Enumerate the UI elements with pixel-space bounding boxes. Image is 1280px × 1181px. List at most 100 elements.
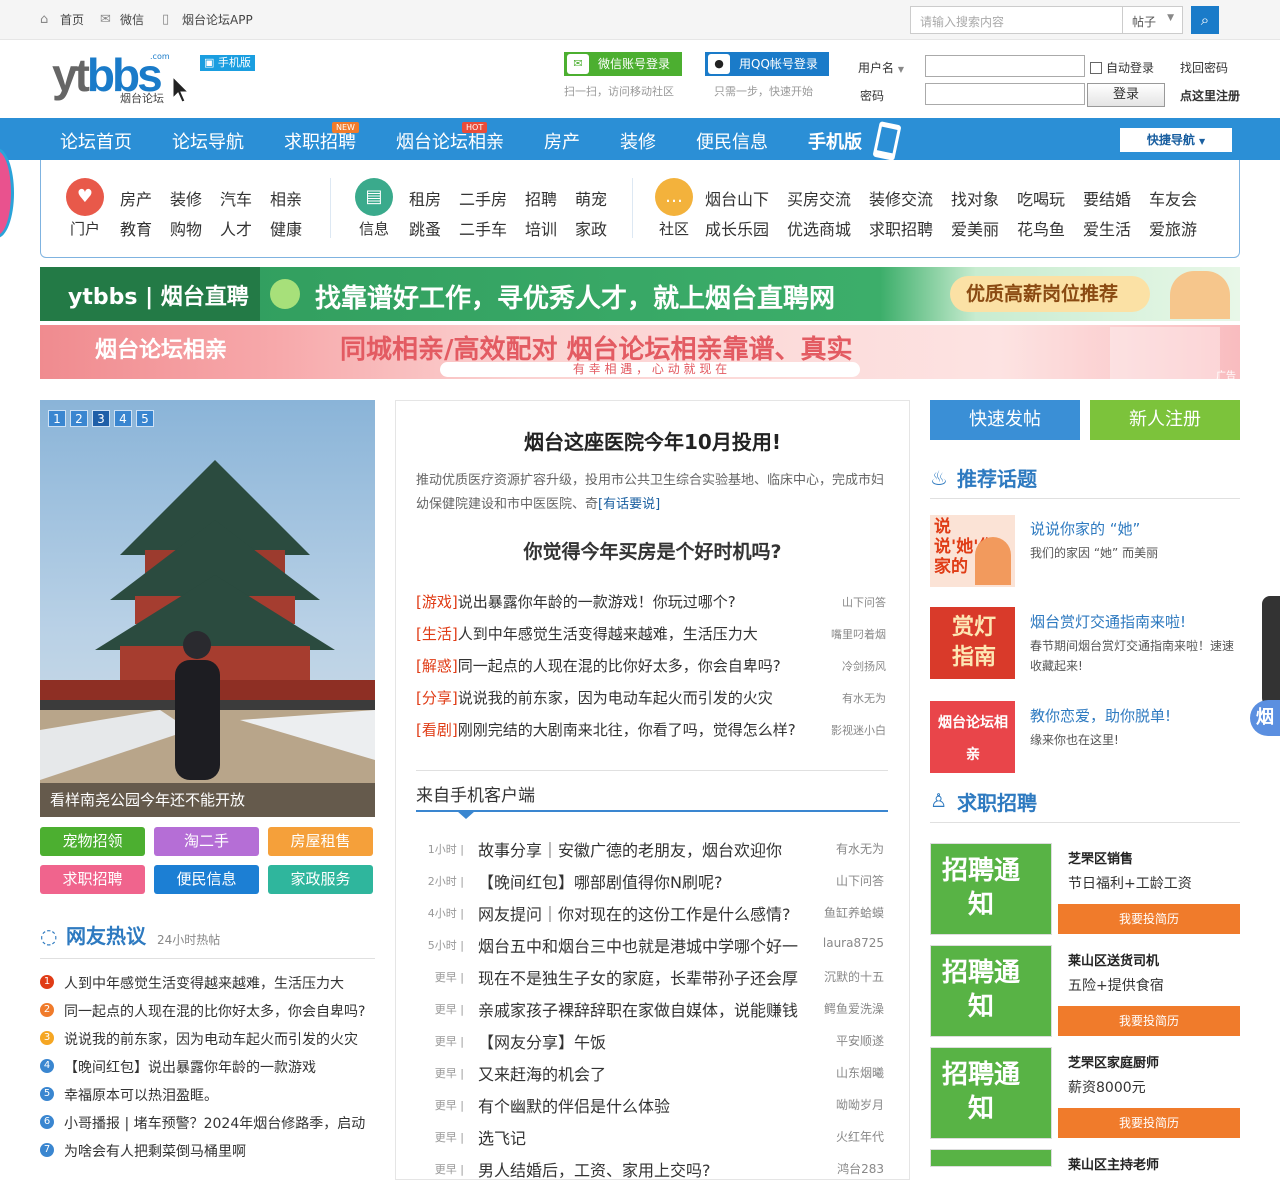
submit-resume-button[interactable]: 我要投简历: [1058, 1006, 1240, 1036]
post-author[interactable]: 鸿台283: [837, 1160, 884, 1177]
post-author[interactable]: 鱼缸养蛤蟆: [824, 904, 884, 921]
slide-dot-active[interactable]: 3: [92, 410, 110, 427]
quick-button[interactable]: 便民信息: [154, 865, 259, 894]
topic-thumbnail[interactable]: 说说'她'你家的: [930, 515, 1015, 587]
nav-mobile[interactable]: 手机版: [808, 128, 862, 154]
cat-link[interactable]: 家政: [575, 216, 607, 240]
site-logo[interactable]: ytbbs .com 烟台论坛: [52, 52, 192, 108]
new-user-register-button[interactable]: 新人注册: [1090, 400, 1240, 440]
nav-forum-home[interactable]: 论坛首页: [60, 128, 132, 154]
cat-link[interactable]: 找对象: [951, 186, 999, 210]
hot-item[interactable]: 同一起点的人现在混的比你好太多，你会自卑吗?: [64, 1001, 365, 1021]
job-thumbnail[interactable]: 招聘通知: [930, 945, 1052, 1037]
mobile-post-row[interactable]: 更早 | 又来赶海的机会了 山东烟曦: [416, 1061, 886, 1084]
floating-phone-widget[interactable]: [1262, 596, 1280, 706]
post-author[interactable]: 火红年代: [836, 1128, 884, 1145]
mobile-post-row[interactable]: 5小时 | 烟台五中和烟台三中也就是港城中学哪个好一 laura8725: [416, 933, 886, 956]
slide-dot[interactable]: 4: [114, 410, 132, 427]
post-author[interactable]: 有水无为: [836, 840, 884, 857]
nav-jobs[interactable]: 求职招聘 NEW: [284, 122, 359, 154]
qq-login-button[interactable]: ● 用QQ帐号登录: [705, 52, 829, 76]
topic-thumbnail[interactable]: 赏灯指南: [930, 607, 1015, 679]
search-button[interactable]: ⌕: [1191, 6, 1219, 34]
job-title[interactable]: 芝罘区家庭厨师: [1068, 1052, 1159, 1071]
cat-link[interactable]: 教育: [120, 216, 152, 240]
submit-resume-button[interactable]: 我要投简历: [1058, 1108, 1240, 1138]
slide-dot[interactable]: 2: [70, 410, 88, 427]
hot-item[interactable]: 为啥会有人把剩菜倒马桶里啊: [64, 1141, 246, 1161]
post-author[interactable]: 呦呦岁月: [836, 1096, 884, 1113]
post-author[interactable]: laura8725: [823, 936, 884, 950]
post-author[interactable]: 平安顺遂: [836, 1032, 884, 1049]
auto-login-checkbox[interactable]: 自动登录: [1090, 59, 1154, 76]
cat-group-info[interactable]: 信息: [359, 218, 389, 239]
job-thumbnail[interactable]: [930, 1149, 1052, 1167]
quick-button[interactable]: 家政服务: [268, 865, 373, 894]
topic-author[interactable]: 影视迷小白: [831, 722, 886, 738]
post-author[interactable]: 山下问答: [836, 872, 884, 889]
cat-link[interactable]: 购物: [170, 216, 202, 240]
topic-row[interactable]: [游戏]说出暴露你年龄的一款游戏！你玩过哪个? 山下问答: [416, 591, 886, 613]
cat-link[interactable]: 爱生活: [1083, 216, 1131, 240]
headline[interactable]: 烟台这座医院今年10月投用!: [396, 426, 909, 455]
cat-link[interactable]: 房产: [120, 186, 152, 210]
dating-banner[interactable]: 烟台论坛相亲 同城相亲/高效配对 烟台论坛相亲靠谱、真实 有 幸 相 遇 ， 心…: [40, 325, 1240, 379]
slide-dot[interactable]: 5: [136, 410, 154, 427]
cat-link[interactable]: 相亲: [270, 186, 302, 210]
topic-row[interactable]: [分享]说说我的前东家，因为电动车起火而引发的火灾 有水无为: [416, 687, 886, 709]
app-link[interactable]: ▯ 烟台论坛APP: [162, 11, 253, 28]
topic-row[interactable]: [生活]人到中年感觉生活变得越来越难，生活压力大 嘴里叼着烟: [416, 623, 886, 645]
topic-row[interactable]: [解惑]同一起点的人现在混的比你好太多，你会自卑吗? 冷剑扬风: [416, 655, 886, 677]
wechat-login-button[interactable]: ✉ 微信账号登录: [564, 52, 682, 76]
cat-link[interactable]: 培训: [525, 216, 557, 240]
password-field[interactable]: [925, 83, 1085, 105]
cat-link[interactable]: 健康: [270, 216, 302, 240]
post-author[interactable]: 山东烟曦: [836, 1064, 884, 1081]
job-thumbnail[interactable]: 招聘通知: [930, 1047, 1052, 1139]
cat-link[interactable]: 成长乐园: [705, 216, 769, 240]
wechat-link[interactable]: ✉ 微信: [100, 11, 144, 28]
slide-dot[interactable]: 1: [48, 410, 66, 427]
register-link[interactable]: 点这里注册: [1180, 87, 1240, 104]
search-type-select[interactable]: 帖子 ▼: [1122, 6, 1183, 34]
login-button[interactable]: 登录: [1087, 83, 1165, 107]
cat-link[interactable]: 跳蚤: [409, 216, 441, 240]
cat-link[interactable]: 车友会: [1149, 186, 1197, 210]
cat-link[interactable]: 花鸟鱼: [1017, 216, 1065, 240]
photo-slider[interactable]: 1 2 3 4 5 看样南尧公园今年还不能开放: [40, 400, 375, 817]
submit-resume-button[interactable]: 我要投简历: [1058, 904, 1240, 934]
cat-link[interactable]: 二手房: [459, 186, 507, 210]
home-link[interactable]: ⌂ 首页: [40, 11, 84, 28]
topic-thumbnail[interactable]: 烟台论坛相亲: [930, 701, 1015, 773]
cat-link[interactable]: 吃喝玩: [1017, 186, 1065, 210]
cat-link[interactable]: 爱美丽: [951, 216, 999, 240]
find-password-link[interactable]: 找回密码: [1180, 59, 1228, 76]
checkbox-box[interactable]: [1090, 61, 1102, 74]
mobile-post-row[interactable]: 更早 | 【网友分享】午饭 平安顺遂: [416, 1029, 886, 1052]
hot-item[interactable]: 小哥播报 | 堵车预警？2024年烟台修路季，启动: [64, 1113, 365, 1133]
job-title[interactable]: 芝罘区销售: [1068, 848, 1133, 867]
mobile-post-row[interactable]: 更早 | 有个幽默的伴侣是什么体验 呦呦岁月: [416, 1093, 886, 1116]
nav-forum-guide[interactable]: 论坛导航: [172, 128, 244, 154]
topic-author[interactable]: 冷剑扬风: [842, 658, 886, 674]
nav-realestate[interactable]: 房产: [544, 128, 580, 154]
mobile-post-row[interactable]: 更早 | 现在不是独生子女的家庭，长辈带孙子还会厚 沉默的十五: [416, 965, 886, 988]
mobile-post-row[interactable]: 2小时 | 【晚间红包】哪部剧值得你N刷呢? 山下问答: [416, 869, 886, 892]
cat-group-community[interactable]: 社区: [659, 218, 689, 239]
cat-link[interactable]: 爱旅游: [1149, 216, 1197, 240]
topic-row[interactable]: [看剧]刚刚完结的大剧南来北往，你看了吗，觉得怎么样? 影视迷小白: [416, 719, 886, 741]
quick-button[interactable]: 宠物招领: [40, 827, 145, 856]
question-headline[interactable]: 你觉得今年买房是个好时机吗?: [396, 537, 909, 564]
post-author[interactable]: 沉默的十五: [824, 968, 884, 985]
cat-link[interactable]: 买房交流: [787, 186, 851, 210]
topic-link[interactable]: 说说你家的 “她”: [1030, 518, 1140, 539]
nav-services[interactable]: 便民信息: [696, 128, 768, 154]
mobile-post-row[interactable]: 1小时 | 故事分享｜安徽广德的老朋友，烟台欢迎你 有水无为: [416, 837, 886, 860]
floating-side-button[interactable]: 烟: [1250, 700, 1280, 736]
quick-nav-dropdown[interactable]: 快捷导航 ▼: [1120, 128, 1232, 152]
cat-link[interactable]: 二手车: [459, 216, 507, 240]
topic-author[interactable]: 山下问答: [842, 594, 886, 610]
cat-link[interactable]: 汽车: [220, 186, 252, 210]
job-title[interactable]: 莱山区主持老师: [1068, 1154, 1159, 1173]
topic-author[interactable]: 嘴里叼着烟: [831, 626, 886, 642]
